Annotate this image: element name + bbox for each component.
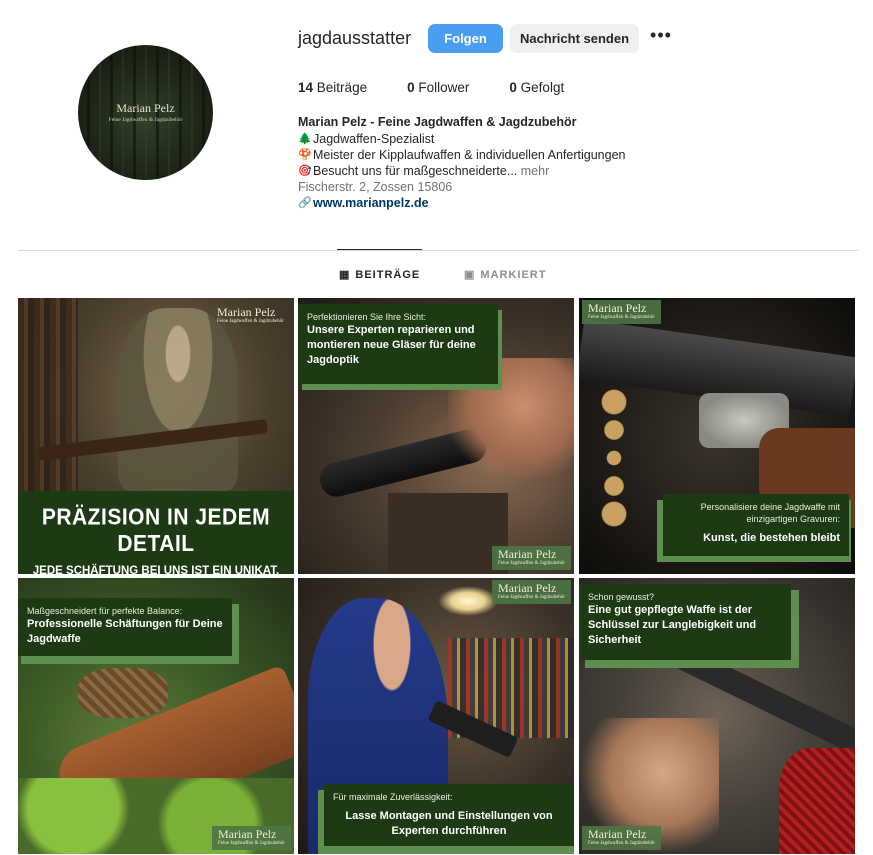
post-brand-badge: Marian Pelz Feine Jagdwaffen & Jagdzubehö… (217, 305, 284, 325)
bio-line-2: Meister der Kipplaufwaffen & individuell… (313, 148, 626, 162)
follow-button[interactable]: Folgen (428, 24, 503, 53)
post-brand-badge: Marian Pelz Feine Jagdwaffen & Jagdzubehö… (492, 580, 571, 604)
post-tile-1[interactable]: Marian Pelz Feine Jagdwaffen & Jagdzubehö… (18, 298, 294, 574)
stat-posts: 14 Beiträge (298, 80, 368, 95)
profile-stats: 14 Beiträge 0 Follower 0 Gefolgt (298, 80, 604, 95)
tab-tagged[interactable]: ▣ MARKIERT (464, 268, 546, 282)
profile-header: Marian Pelz Feine Jagdwaffen & Jagdzubeh… (0, 0, 873, 250)
gunsmith-figure (118, 308, 238, 491)
post-headline: PRÄZISION IN JEDEM DETAIL (41, 504, 271, 557)
post-tile-2[interactable]: Perfektionieren Sie Ihre Sicht: Unsere E… (298, 298, 574, 574)
post-caption-card: Perfektionieren Sie Ihre Sicht: Unsere E… (298, 304, 498, 384)
profile-tabs: ▦ BEITRÄGE ▣ MARKIERT (0, 249, 873, 298)
post-caption-card: Personalisiere deine Jagdwaffe mit einzi… (663, 494, 849, 556)
bio-more-link[interactable]: mehr (521, 163, 549, 179)
posts-grid: Marian Pelz Feine Jagdwaffen & Jagdzubehö… (18, 298, 857, 855)
post-subline: JEDE SCHÄFTUNG BEI UNS IST EIN UNIKAT. (32, 565, 280, 574)
grid-icon: ▦ (339, 269, 351, 281)
tab-posts[interactable]: ▦ BEITRÄGE (336, 249, 423, 281)
post-tile-3[interactable]: Marian Pelz Feine Jagdwaffen & Jagdzubehö… (579, 298, 855, 574)
target-icon: 🎯 (298, 165, 312, 177)
workbench-image (388, 493, 508, 574)
website-link[interactable]: 🔗 www.marianpelz.de (298, 195, 678, 211)
post-caption-card: Für maximale Zuverlässigkeit: Lasse Mont… (324, 784, 574, 846)
tree-icon: 🌲 (298, 133, 312, 145)
full-name: Marian Pelz - Feine Jagdwaffen & Jagdzub… (298, 115, 577, 129)
bio-line-3: Besucht uns für maßgeschneiderte... (313, 164, 518, 178)
mushroom-icon: 🍄 (298, 149, 312, 161)
cartridges-image (584, 388, 644, 528)
link-icon: 🔗 (298, 197, 312, 209)
pinecone-image (78, 668, 168, 718)
address: Fischerstr. 2, Zossen 15806 (298, 180, 453, 194)
avatar-brand-name: Marian Pelz (116, 101, 175, 115)
post-brand-badge: Marian Pelz Feine Jagdwaffen & Jagdzubehö… (492, 546, 571, 570)
post-brand-badge: Marian Pelz Feine Jagdwaffen & Jagdzubehö… (212, 826, 291, 850)
post-brand-badge: Marian Pelz Feine Jagdwaffen & Jagdzubehö… (582, 826, 661, 850)
post-brand-badge: Marian Pelz Feine Jagdwaffen & Jagdzubehö… (582, 300, 661, 324)
post-tile-4[interactable]: Maßgeschneidert für perfekte Balance: Pr… (18, 578, 294, 854)
post-caption-card: Schon gewusst? Eine gut gepflegte Waffe … (579, 584, 791, 660)
send-message-button[interactable]: Nachricht senden (510, 24, 639, 53)
stat-following[interactable]: 0 Gefolgt (509, 80, 564, 95)
avatar-brand-sub: Feine Jagdwaffen & Jagdzubehör (108, 117, 183, 123)
post-caption-card: Maßgeschneidert für perfekte Balance: Pr… (18, 598, 232, 656)
post-banner: PRÄZISION IN JEDEM DETAIL JEDE SCHÄFTUNG… (18, 491, 294, 574)
gun-rack-image (18, 298, 78, 491)
profile-avatar[interactable]: Marian Pelz Feine Jagdwaffen & Jagdzubeh… (78, 45, 213, 180)
profile-bio: Marian Pelz - Feine Jagdwaffen & Jagdzub… (298, 114, 678, 211)
bio-line-1: Jagdwaffen-Spezialist (313, 132, 435, 146)
username: jagdausstatter (298, 28, 412, 48)
tagged-icon: ▣ (464, 269, 476, 281)
stat-followers[interactable]: 0 Follower (407, 80, 469, 95)
knitted-glove-image (779, 748, 855, 854)
more-options-icon[interactable]: ••• (650, 26, 672, 48)
post-tile-6[interactable]: Schon gewusst? Eine gut gepflegte Waffe … (579, 578, 855, 854)
lamp-light (438, 586, 498, 616)
post-tile-5[interactable]: Marian Pelz Feine Jagdwaffen & Jagdzubehö… (298, 578, 574, 854)
